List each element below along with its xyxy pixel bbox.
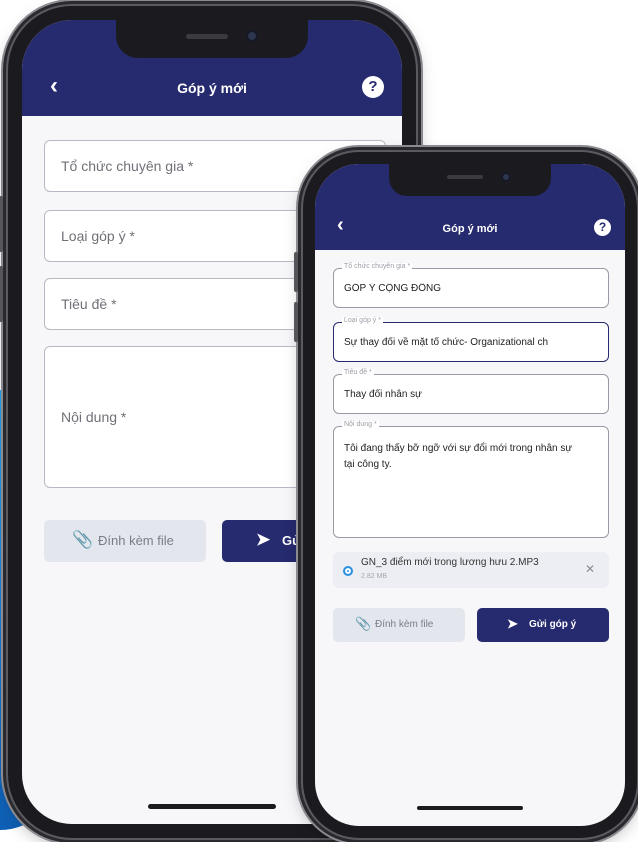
title-field[interactable]: Tiêu đề * Thay đổi nhân sự	[333, 369, 609, 414]
type-field[interactable]: Loại góp ý * Sự thay đổi về mặt tổ chức-…	[333, 317, 609, 362]
send-label: Gử	[282, 533, 302, 548]
title-value: Thay đổi nhân sự	[344, 389, 422, 400]
front-phone: ‹ Góp ý mới ? Tổ chức chuyên gia * GÓP Ý…	[294, 152, 637, 838]
organization-placeholder: Tổ chức chuyên gia *	[61, 158, 194, 174]
title-label: Tiêu đề *	[342, 369, 374, 376]
promo-canvas: ‹ Góp ý mới ? Tổ chức chuyên gia * Loại …	[0, 0, 638, 842]
page-title: Góp ý mới	[442, 223, 498, 235]
notch	[116, 20, 308, 58]
send-icon: ➤	[256, 530, 271, 549]
side-button	[0, 266, 3, 322]
paperclip-icon: 📎	[72, 530, 94, 549]
paperclip-icon: 📎	[355, 616, 372, 631]
content-value: Tôi đang thấy bỡ ngỡ với sự đổi mới tron…	[344, 443, 573, 470]
organization-value: GÓP Ý CỘNG ĐỒNG	[344, 283, 442, 294]
attachment-size: 2.82 MB	[361, 573, 388, 580]
attachment-chip: GN_3 điểm mới trong lương hưu 2.MP3 2.82…	[333, 552, 609, 588]
type-label: Loại góp ý *	[342, 317, 383, 324]
attachment-name: GN_3 điểm mới trong lương hưu 2.MP3	[361, 557, 539, 568]
side-button	[294, 252, 298, 292]
attach-file-label: Đính kèm file	[98, 533, 174, 548]
close-icon[interactable]: ✕	[585, 562, 595, 576]
question-circle-icon[interactable]: ?	[362, 76, 384, 98]
send-button[interactable]: ➤ Gửi góp ý	[477, 608, 609, 642]
send-icon: ➤	[507, 616, 518, 631]
content-placeholder: Nội dung *	[61, 409, 127, 425]
side-button	[0, 196, 3, 252]
radio-selected-icon	[343, 566, 353, 576]
notch	[389, 164, 551, 196]
attach-file-label: Đính kèm file	[375, 619, 434, 630]
organization-field[interactable]: Tổ chức chuyên gia * GÓP Ý CỘNG ĐỒNG	[333, 263, 609, 308]
side-button	[294, 302, 298, 342]
content-label: Nội dung *	[342, 421, 379, 428]
front-phone-screen: ‹ Góp ý mới ? Tổ chức chuyên gia * GÓP Ý…	[315, 164, 625, 826]
attach-file-button[interactable]: 📎 Đính kèm file	[44, 520, 206, 562]
page-title: Góp ý mới	[177, 80, 247, 96]
title-placeholder: Tiêu đề *	[61, 296, 117, 312]
organization-label: Tổ chức chuyên gia *	[342, 263, 413, 270]
type-placeholder: Loại góp ý *	[61, 228, 135, 244]
type-value: Sự thay đổi về mặt tổ chức- Organization…	[344, 337, 549, 348]
home-indicator	[148, 804, 276, 809]
question-circle-icon[interactable]: ?	[594, 219, 611, 236]
content-field[interactable]: Nội dung * Tôi đang thấy bỡ ngỡ với sự đ…	[333, 421, 609, 538]
send-label: Gửi góp ý	[529, 619, 577, 630]
attach-file-button[interactable]: 📎 Đính kèm file	[333, 608, 465, 642]
home-indicator	[417, 806, 523, 810]
